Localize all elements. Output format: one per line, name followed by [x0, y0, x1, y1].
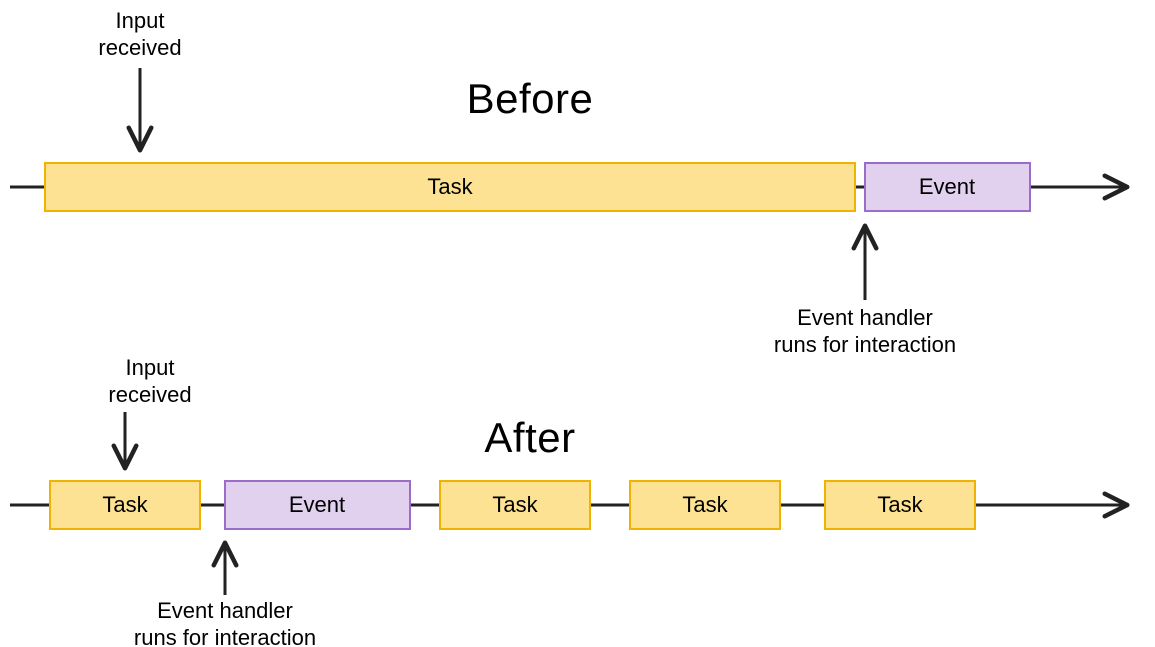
after-input-callout: Input received	[108, 355, 191, 466]
after-handler-callout: Event handler runs for interaction	[134, 545, 316, 647]
after-task1-label: Task	[102, 492, 148, 517]
after-section: After Task Event Task Task Task Input re…	[10, 355, 1125, 647]
after-task4-label: Task	[877, 492, 923, 517]
after-title: After	[484, 414, 575, 461]
after-event-label: Event	[289, 492, 345, 517]
before-input-line2: received	[98, 35, 181, 60]
before-section: Before Task Event Input received Event h…	[10, 8, 1125, 357]
before-event-label: Event	[919, 174, 975, 199]
after-task2-label: Task	[492, 492, 538, 517]
before-title: Before	[467, 75, 594, 122]
after-handler-line2: runs for interaction	[134, 625, 316, 647]
before-task-label: Task	[427, 174, 473, 199]
before-handler-line2: runs for interaction	[774, 332, 956, 357]
before-input-callout: Input received	[98, 8, 181, 148]
diagram: Before Task Event Input received Event h…	[0, 0, 1155, 647]
before-handler-callout: Event handler runs for interaction	[774, 228, 956, 357]
after-task3-label: Task	[682, 492, 728, 517]
before-handler-line1: Event handler	[797, 305, 933, 330]
after-input-line2: received	[108, 382, 191, 407]
before-input-line1: Input	[116, 8, 165, 33]
after-handler-line1: Event handler	[157, 598, 293, 623]
after-input-line1: Input	[126, 355, 175, 380]
